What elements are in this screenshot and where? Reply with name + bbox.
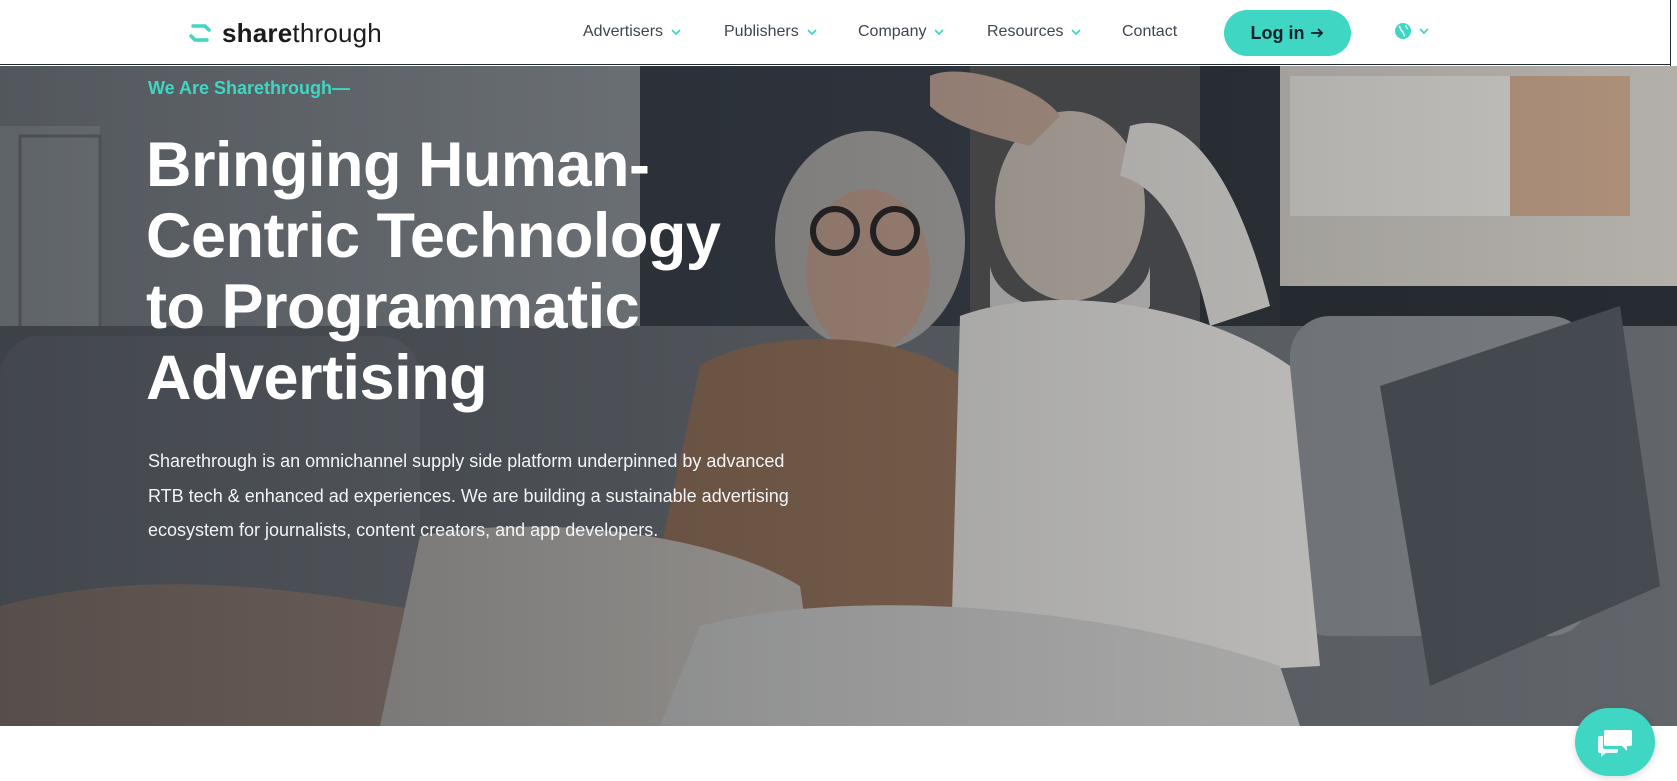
nav-label: Resources [987,23,1064,40]
arrow-right-icon [1311,28,1324,38]
chat-button[interactable] [1575,708,1655,776]
nav-contact[interactable]: Contact [1122,23,1177,41]
hero-section: We Are Sharethrough— Bringing Human-Cent… [0,66,1677,726]
chevron-down-icon [807,28,817,35]
login-button[interactable]: Log in [1224,10,1351,56]
language-selector[interactable] [1394,22,1429,40]
nav-label: Contact [1122,23,1178,40]
page-edge [1670,0,1677,66]
hero-description: Sharethrough is an omnichannel supply si… [148,451,789,540]
logo-mark-icon [189,24,211,42]
chevron-down-icon [1419,27,1429,34]
chevron-down-icon [1071,28,1082,35]
site-header: sharethrough Advertisers Publishers Comp… [0,0,1677,66]
nav-advertisers[interactable]: Advertisers [583,23,681,41]
nav-label: Company [858,23,927,40]
nav-company[interactable]: Company [858,23,945,41]
chat-bubbles-icon [1598,730,1632,757]
logo-text: sharethrough [222,17,382,48]
nav-publishers[interactable]: Publishers [724,23,817,41]
hero-eyebrow: We Are Sharethrough— [148,78,351,98]
logo[interactable]: sharethrough [188,16,382,50]
hero-headline: Bringing Human-Centric Technology to Pro… [146,130,721,413]
globe-icon [1395,23,1411,39]
chevron-down-icon [934,28,945,35]
nav-label: Publishers [724,23,799,40]
login-label: Log in [1250,22,1305,43]
nav-label: Advertisers [583,23,664,40]
chevron-down-icon [671,28,681,35]
nav-resources[interactable]: Resources [987,23,1082,41]
